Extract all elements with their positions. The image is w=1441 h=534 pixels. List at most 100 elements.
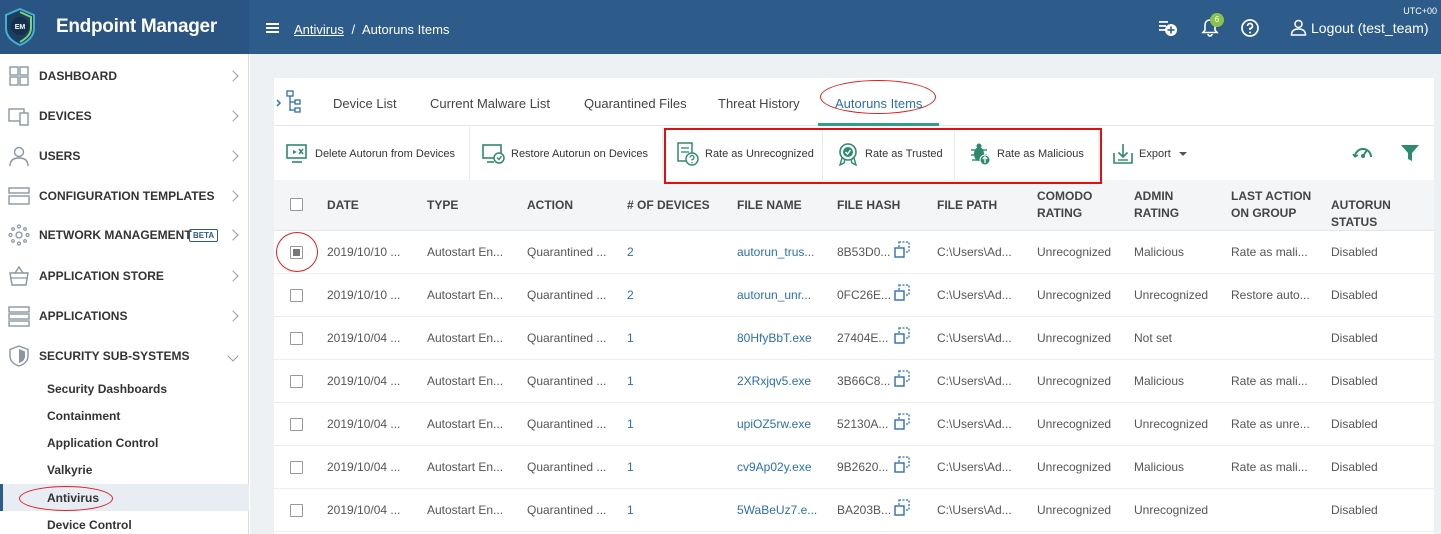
- logout-label: Logout (test_team): [1311, 19, 1429, 36]
- cell-file-name[interactable]: 5WaBeUz7.e...: [737, 503, 817, 517]
- cell-admin-rating: Malicious: [1134, 460, 1185, 474]
- cell-action: Quarantined ...: [527, 417, 607, 431]
- sidebar-subitem-containment[interactable]: Containment: [0, 402, 249, 429]
- sidebar-item-configuration-templates[interactable]: CONFIGURATION TEMPLATES: [0, 176, 249, 216]
- sidebar-item-applications[interactable]: APPLICATIONS: [0, 296, 249, 336]
- export-button[interactable]: Export: [1112, 142, 1187, 166]
- column-header-devices[interactable]: # OF DEVICES: [627, 197, 710, 214]
- cell-file-name[interactable]: autorun_unr...: [737, 288, 811, 302]
- copy-hash-icon[interactable]: [893, 284, 911, 302]
- column-header-file-path[interactable]: FILE PATH: [937, 197, 997, 214]
- cell-comodo-rating: Unrecognized: [1037, 331, 1112, 345]
- refresh-gauge-icon[interactable]: [1352, 142, 1374, 164]
- sidebar-item-network-management[interactable]: NETWORK MANAGEMENT BETA: [0, 215, 249, 255]
- tab-threat-history[interactable]: Threat History: [718, 96, 800, 111]
- row-checkbox[interactable]: [290, 289, 303, 302]
- shield-icon: [9, 345, 29, 367]
- menu-toggle-icon[interactable]: [266, 23, 279, 33]
- column-header-file-hash[interactable]: FILE HASH: [837, 197, 900, 214]
- table-row[interactable]: 2019/10/10 ... Autostart En... Quarantined…: [274, 231, 1434, 274]
- breadcrumb-link-antivirus[interactable]: Antivirus: [294, 22, 344, 37]
- cell-last-action: Rate as unre...: [1231, 417, 1310, 431]
- sidebar-item-security-sub-systems[interactable]: SECURITY SUB-SYSTEMS: [0, 336, 249, 376]
- sidebar-item-dashboard[interactable]: DASHBOARD: [0, 56, 249, 96]
- logout-button[interactable]: Logout (test_team): [1290, 19, 1429, 36]
- row-checkbox[interactable]: [290, 332, 303, 345]
- table-row[interactable]: 2019/10/04 ... Autostart En... Quarantined…: [274, 317, 1434, 360]
- add-task-icon[interactable]: [1158, 18, 1178, 38]
- cell-devices[interactable]: 1: [627, 374, 634, 388]
- autoruns-panel: Device List Current Malware List Quarant…: [274, 78, 1434, 534]
- cell-devices[interactable]: 2: [627, 288, 634, 302]
- cell-file-name[interactable]: autorun_trus...: [737, 245, 814, 259]
- chevron-right-icon: [227, 310, 239, 322]
- row-checkbox[interactable]: [290, 375, 303, 388]
- cell-file-name[interactable]: 80HfyBbT.exe: [737, 331, 812, 345]
- table-row[interactable]: 2019/10/04 ... Autostart En... Quarantined…: [274, 360, 1434, 403]
- cell-type: Autostart En...: [427, 288, 504, 302]
- delete-autorun-icon: [286, 144, 307, 163]
- sidebar-subitem-device-control[interactable]: Device Control: [0, 511, 249, 534]
- column-header-type[interactable]: TYPE: [427, 197, 458, 214]
- annotation-ellipse-tab: [820, 80, 936, 114]
- row-checkbox[interactable]: [290, 504, 303, 517]
- delete-autorun-button[interactable]: Delete Autorun from Devices: [286, 142, 455, 166]
- cell-date: 2019/10/10 ...: [327, 245, 401, 259]
- sidebar-item-users[interactable]: USERS: [0, 136, 249, 176]
- sidebar-item-devices[interactable]: DEVICES: [0, 96, 249, 136]
- filter-icon[interactable]: [1400, 143, 1420, 163]
- copy-hash-icon[interactable]: [893, 327, 911, 345]
- cell-file-name[interactable]: 2XRxjqv5.exe: [737, 374, 811, 388]
- copy-hash-icon[interactable]: [893, 413, 911, 431]
- copy-hash-icon[interactable]: [893, 456, 911, 474]
- tab-device-list[interactable]: Device List: [333, 96, 397, 111]
- table-row[interactable]: 2019/10/04 ... Autostart En... Quarantined…: [274, 489, 1434, 532]
- cell-devices[interactable]: 1: [627, 417, 634, 431]
- sidebar-subitem-security-dashboards[interactable]: Security Dashboards: [0, 375, 249, 402]
- copy-hash-icon[interactable]: [893, 499, 911, 517]
- cell-last-action: Restore auto...: [1231, 288, 1310, 302]
- column-header-date[interactable]: DATE: [327, 197, 359, 214]
- cell-file-hash: 52130A...: [837, 417, 889, 431]
- cell-file-name[interactable]: cv9Ap02y.exe: [737, 460, 812, 474]
- column-header-admin-rating[interactable]: ADMIN RATING: [1134, 188, 1179, 222]
- cell-file-name[interactable]: upiOZ5rw.exe: [737, 417, 811, 431]
- row-checkbox[interactable]: [290, 461, 303, 474]
- help-icon[interactable]: [1240, 18, 1260, 38]
- copy-hash-icon[interactable]: [893, 370, 911, 388]
- logo-text: EM: [15, 24, 26, 31]
- table-row[interactable]: 2019/10/10 ... Autostart En... Quarantined…: [274, 274, 1434, 317]
- sidebar-item-label: USERS: [39, 149, 81, 163]
- table-row[interactable]: 2019/10/04 ... Autostart En... Quarantined…: [274, 446, 1434, 489]
- cell-devices[interactable]: 1: [627, 331, 634, 345]
- tab-current-malware-list[interactable]: Current Malware List: [430, 96, 550, 111]
- copy-hash-icon[interactable]: [893, 241, 911, 259]
- breadcrumb-current: Autoruns Items: [362, 22, 450, 37]
- breadcrumb: Antivirus / Autoruns Items: [294, 22, 449, 37]
- sidebar-item-label: SECURITY SUB-SYSTEMS: [39, 349, 190, 363]
- sidebar-subitem-application-control[interactable]: Application Control: [0, 429, 249, 456]
- tab-quarantined-files[interactable]: Quarantined Files: [584, 96, 687, 111]
- table-row[interactable]: 2019/10/04 ... Autostart En... Quarantined…: [274, 403, 1434, 446]
- column-header-action[interactable]: ACTION: [527, 197, 573, 214]
- cell-file-path: C:\Users\Ad...: [937, 331, 1012, 345]
- cell-devices[interactable]: 1: [627, 503, 634, 517]
- main-content: Device List Current Malware List Quarant…: [250, 54, 1441, 534]
- cell-autorun-status: Disabled: [1331, 460, 1378, 474]
- column-header-file-name[interactable]: FILE NAME: [737, 197, 802, 214]
- cell-devices[interactable]: 2: [627, 245, 634, 259]
- column-header-comodo-rating[interactable]: COMODO RATING: [1037, 188, 1092, 222]
- column-header-last-action[interactable]: LAST ACTION ON GROUP: [1231, 188, 1311, 222]
- cell-autorun-status: Disabled: [1331, 374, 1378, 388]
- chevron-right-icon: [227, 270, 239, 282]
- restore-autorun-button[interactable]: Restore Autorun on Devices: [482, 142, 648, 166]
- row-checkbox[interactable]: [290, 418, 303, 431]
- cell-devices[interactable]: 1: [627, 460, 634, 474]
- select-all-checkbox[interactable]: [290, 198, 303, 211]
- sidebar-subitem-valkyrie[interactable]: Valkyrie: [0, 456, 249, 483]
- column-header-autorun-status[interactable]: AUTORUN STATUS: [1331, 197, 1434, 231]
- sidebar-item-application-store[interactable]: APPLICATION STORE: [0, 256, 249, 296]
- cell-date: 2019/10/04 ...: [327, 460, 401, 474]
- cell-admin-rating: Malicious: [1134, 245, 1185, 259]
- device-tree-toggle-icon[interactable]: [276, 90, 302, 114]
